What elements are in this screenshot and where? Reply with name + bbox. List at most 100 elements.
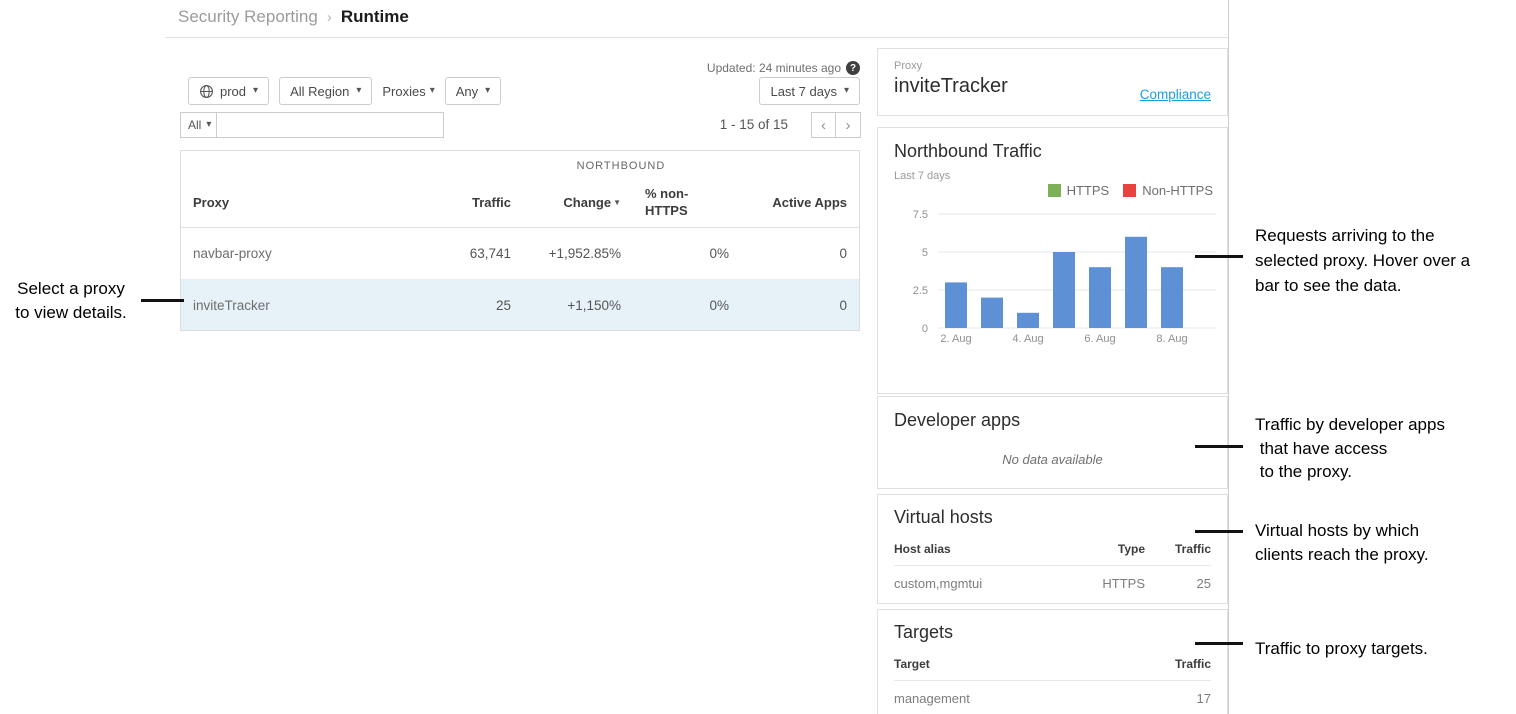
pct-non-https-cell: 0% — [621, 246, 729, 261]
host-alias-cell: custom,mgmtui — [894, 576, 1055, 591]
traffic-cell: 25 — [451, 298, 511, 313]
search-input[interactable] — [216, 112, 444, 138]
svg-text:2. Aug: 2. Aug — [940, 333, 971, 345]
search-scope-label: All — [188, 118, 201, 132]
target-row: management 17 — [894, 681, 1211, 714]
legend-label: Non-HTTPS — [1142, 183, 1213, 198]
column-header-target: Target — [894, 657, 1145, 671]
column-header-type: Type — [1055, 542, 1145, 556]
column-header-traffic: Traffic — [1145, 542, 1211, 556]
environment-dropdown[interactable]: prod ▾ — [188, 77, 269, 105]
annotation-select-proxy: Select a proxy to view details. — [0, 277, 142, 325]
annotation-connector-line — [1195, 642, 1243, 645]
proxy-name-cell: inviteTracker — [181, 298, 451, 313]
pct-non-https-cell: 0% — [621, 298, 729, 313]
table-group-header-row: NORTHBOUND — [181, 151, 859, 178]
svg-text:8. Aug: 8. Aug — [1156, 333, 1187, 345]
developer-apps-card: Developer apps No data available — [877, 396, 1228, 489]
virtual-hosts-header-row: Host alias Type Traffic — [894, 542, 1211, 566]
northbound-traffic-card: Northbound Traffic Last 7 days HTTPS Non… — [877, 127, 1228, 394]
screen: Security Reporting › Runtime prod ▾ All … — [0, 0, 1516, 714]
northbound-traffic-title: Northbound Traffic — [894, 141, 1211, 162]
any-dropdown[interactable]: Any ▾ — [445, 77, 501, 105]
chevron-down-icon: ▾ — [844, 86, 849, 96]
non-https-swatch-icon — [1123, 184, 1136, 197]
column-header-traffic: Traffic — [1145, 657, 1211, 671]
traffic-cell: 25 — [1145, 576, 1211, 591]
chart-area: 02.557.52. Aug4. Aug6. Aug8. Aug — [896, 196, 1211, 353]
pagination-range: 1 - 15 of 15 — [700, 117, 788, 132]
virtual-host-row: custom,mgmtui HTTPS 25 — [894, 566, 1211, 601]
page-title: Runtime — [341, 7, 409, 27]
developer-apps-title: Developer apps — [894, 410, 1211, 431]
annotation-connector-line — [141, 299, 184, 302]
column-header-change[interactable]: Change▼ — [511, 195, 621, 210]
legend-item-non-https: Non-HTTPS — [1123, 183, 1213, 198]
annotation-connector-line — [1195, 445, 1243, 448]
chevron-down-icon: ▾ — [206, 120, 211, 130]
table-header-row: Proxy Traffic Change▼ % non-HTTPS Active… — [181, 178, 859, 228]
chevron-down-icon: ▾ — [356, 86, 361, 96]
table-row-selected[interactable]: inviteTracker 25 +1,150% 0% 0 — [181, 279, 859, 330]
chevron-left-icon: ‹ — [821, 117, 826, 134]
region-label: All Region — [290, 84, 349, 99]
date-range-label: Last 7 days — [770, 84, 837, 99]
chevron-right-icon: › — [846, 117, 851, 134]
date-range-dropdown[interactable]: Last 7 days ▾ — [759, 77, 860, 105]
proxy-detail-header-card: Proxy inviteTracker Compliance — [877, 48, 1228, 116]
breadcrumb-divider — [165, 37, 1228, 38]
table-row[interactable]: navbar-proxy 63,741 +1,952.85% 0% 0 — [181, 228, 859, 279]
svg-text:2.5: 2.5 — [913, 285, 928, 297]
search-scope-dropdown[interactable]: All ▾ — [180, 112, 219, 138]
annotation-targets: Traffic to proxy targets. — [1255, 637, 1428, 661]
legend-item-https: HTTPS — [1048, 183, 1110, 198]
proxies-type-dropdown[interactable]: Proxies ▾ — [382, 84, 434, 99]
prev-page-button[interactable]: ‹ — [811, 112, 836, 138]
proxies-type-label: Proxies — [382, 84, 425, 99]
any-label: Any — [456, 84, 478, 99]
chevron-down-icon: ▾ — [430, 86, 435, 96]
targets-card: Targets Target Traffic management 17 — [877, 609, 1228, 714]
target-cell: management — [894, 691, 1145, 706]
toolbar: prod ▾ All Region ▾ Proxies ▾ Any ▾ — [188, 77, 501, 105]
targets-title: Targets — [894, 622, 1211, 643]
proxy-name-cell: navbar-proxy — [181, 246, 451, 261]
column-header-active-apps[interactable]: Active Apps — [729, 195, 859, 210]
annotation-connector-line — [1195, 530, 1243, 533]
legend-label: HTTPS — [1067, 183, 1110, 198]
northbound-group-label: NORTHBOUND — [521, 160, 721, 172]
globe-icon — [199, 84, 214, 99]
traffic-cell: 17 — [1145, 691, 1211, 706]
annotation-chart: Requests arriving to the selected proxy.… — [1255, 223, 1470, 298]
region-dropdown[interactable]: All Region ▾ — [279, 77, 372, 105]
environment-label: prod — [220, 84, 246, 99]
type-cell: HTTPS — [1055, 576, 1145, 591]
column-header-pct-non-https[interactable]: % non-HTTPS — [621, 186, 729, 220]
column-header-traffic[interactable]: Traffic — [451, 195, 511, 210]
virtual-hosts-title: Virtual hosts — [894, 507, 1211, 528]
svg-text:4. Aug: 4. Aug — [1012, 333, 1043, 345]
column-header-host-alias: Host alias — [894, 542, 1055, 556]
change-cell: +1,150% — [511, 298, 621, 313]
annotation-connector-line — [1195, 255, 1243, 258]
virtual-hosts-card: Virtual hosts Host alias Type Traffic cu… — [877, 494, 1228, 604]
next-page-button[interactable]: › — [836, 112, 861, 138]
annotation-developer-apps: Traffic by developer apps that have acce… — [1255, 413, 1445, 484]
no-data-text: No data available — [894, 452, 1211, 467]
column-header-proxy[interactable]: Proxy — [181, 195, 451, 210]
active-apps-cell: 0 — [729, 298, 859, 313]
compliance-link[interactable]: Compliance — [1140, 87, 1211, 102]
breadcrumb-separator-icon: › — [327, 9, 332, 26]
sort-desc-icon: ▼ — [613, 198, 621, 207]
updated-text: Updated: 24 minutes ago — [707, 61, 841, 75]
breadcrumb-parent[interactable]: Security Reporting — [178, 7, 318, 27]
targets-header-row: Target Traffic — [894, 657, 1211, 681]
updated-status: Updated: 24 minutes ago ? — [707, 61, 860, 75]
chevron-down-icon: ▾ — [485, 86, 490, 96]
active-apps-cell: 0 — [729, 246, 859, 261]
northbound-traffic-chart[interactable]: 02.557.52. Aug4. Aug6. Aug8. Aug — [896, 196, 1226, 348]
help-icon[interactable]: ? — [846, 61, 860, 75]
svg-text:6. Aug: 6. Aug — [1084, 333, 1115, 345]
svg-text:5: 5 — [922, 247, 928, 259]
traffic-cell: 63,741 — [451, 246, 511, 261]
